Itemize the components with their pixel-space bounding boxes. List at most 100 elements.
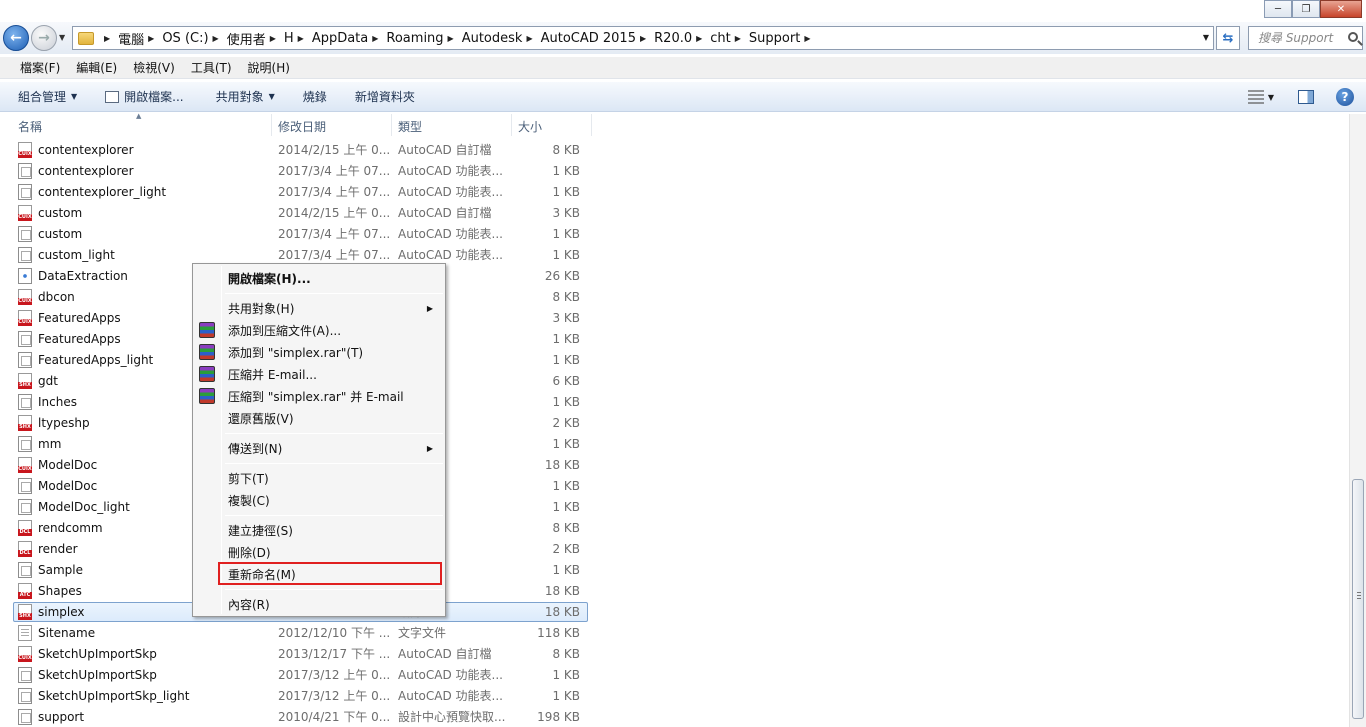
breadcrumb-item[interactable]: Roaming ▶ <box>386 29 461 48</box>
chevron-right-icon[interactable]: ▶ <box>148 34 154 43</box>
column-name[interactable]: 名稱 ▲ <box>0 112 272 136</box>
ctx-copy[interactable]: 複製(C) <box>195 489 443 511</box>
recent-pages-dropdown-icon[interactable]: ▼ <box>59 33 65 42</box>
file-row[interactable]: custom_light 2017/3/4 上午 07... AutoCAD 功能表… <box>0 244 600 265</box>
file-name: FeaturedApps <box>38 310 121 325</box>
address-bar[interactable]: ▶ 電腦 ▶ OS (C:) ▶ 使用者 ▶ H ▶ AppData ▶ Roaming ▶ Autod… <box>72 26 1214 50</box>
open-button[interactable]: 開啟檔案... <box>105 88 184 105</box>
ctx-restore[interactable]: 還原舊版(V) <box>195 407 443 429</box>
file-row[interactable]: custom 2014/2/15 上午 0... AutoCAD 自訂檔 3 KB <box>0 202 600 223</box>
ctx-cut[interactable]: 剪下(T) <box>195 467 443 489</box>
column-date[interactable]: 修改日期 <box>272 114 392 136</box>
views-icon[interactable] <box>1247 90 1264 104</box>
address-dropdown-icon[interactable]: ▼ <box>1203 33 1209 42</box>
chevron-right-icon[interactable]: ▶ <box>804 34 810 43</box>
sort-ascending-icon: ▲ <box>136 112 142 120</box>
breadcrumb-item[interactable]: Support ▶ <box>749 29 819 48</box>
menu-edit[interactable]: 編輯(E) <box>76 59 117 76</box>
menu-bar: 檔案(F) 編輯(E) 檢視(V) 工具(T) 說明(H) <box>0 57 1366 79</box>
breadcrumb-item[interactable]: AppData ▶ <box>312 29 387 48</box>
file-name: custom <box>38 226 83 241</box>
ctx-compress-rar-email[interactable]: 压縮到 "simplex.rar" 并 E-mail <box>195 385 443 407</box>
breadcrumb-item[interactable]: AutoCAD 2015 ▶ <box>541 29 655 48</box>
views-dropdown-icon[interactable]: ▼ <box>1268 93 1274 102</box>
ctx-shortcut[interactable]: 建立捷徑(S) <box>195 519 443 541</box>
breadcrumb-item[interactable]: OS (C:) ▶ <box>162 29 226 48</box>
chevron-right-icon[interactable]: ▶ <box>298 34 304 43</box>
breadcrumb-item[interactable]: 使用者 ▶ <box>227 29 284 48</box>
file-date: 2017/3/12 上午 0... <box>278 689 391 703</box>
chevron-right-icon[interactable]: ▶ <box>372 34 378 43</box>
ctx-add-rar[interactable]: 添加到 "simplex.rar"(T) <box>195 341 443 363</box>
menu-view[interactable]: 檢視(V) <box>133 59 175 76</box>
ctx-delete[interactable]: 刪除(D) <box>195 541 443 563</box>
file-row[interactable]: contentexplorer 2014/2/15 上午 0... AutoCAD … <box>0 139 600 160</box>
file-date: 2014/2/15 上午 0... <box>278 206 391 220</box>
breadcrumb-item[interactable]: 電腦 ▶ <box>118 29 162 48</box>
file-row[interactable]: SketchUpImportSkp 2017/3/12 上午 0... AutoCA… <box>0 664 600 685</box>
breadcrumb-item[interactable]: H ▶ <box>284 29 312 48</box>
ctx-compress-email[interactable]: 压縮并 E-mail... <box>195 363 443 385</box>
search-box[interactable] <box>1248 26 1363 50</box>
ctx-share[interactable]: 共用對象(H) ▶ <box>195 297 443 319</box>
column-type[interactable]: 類型 <box>392 114 512 136</box>
breadcrumb-label: AppData <box>311 30 369 46</box>
file-date: 2017/3/4 上午 07... <box>278 227 391 241</box>
chevron-right-icon[interactable]: ▶ <box>448 34 454 43</box>
search-icon[interactable] <box>1348 32 1358 42</box>
ctx-open[interactable]: 開啟檔案(H)... <box>195 267 443 289</box>
file-row[interactable]: contentexplorer 2017/3/4 上午 07... AutoCAD … <box>0 160 600 181</box>
breadcrumb-item[interactable]: cht ▶ <box>710 29 749 48</box>
ctx-add-archive[interactable]: 添加到压縮文件(A)... <box>195 319 443 341</box>
maximize-button[interactable]: ❐ <box>1292 0 1320 18</box>
chevron-right-icon[interactable]: ▶ <box>213 34 219 43</box>
file-row[interactable]: contentexplorer_light 2017/3/4 上午 07... Au… <box>0 181 600 202</box>
ctx-properties[interactable]: 內容(R) <box>195 593 443 615</box>
close-button[interactable]: ✕ <box>1320 0 1362 18</box>
breadcrumb-item[interactable]: R20.0 ▶ <box>654 29 710 48</box>
file-name-cell: custom <box>0 225 272 242</box>
file-row[interactable]: SketchUpImportSkp 2013/12/17 下午 ... AutoCA… <box>0 643 600 664</box>
column-size[interactable]: 大小 <box>512 114 592 136</box>
file-type: 文字文件 <box>398 626 447 640</box>
file-size: 2 KB <box>552 415 580 430</box>
menu-tools[interactable]: 工具(T) <box>191 59 232 76</box>
file-type: AutoCAD 功能表... <box>398 164 503 178</box>
file-row[interactable]: Sitename 2012/12/10 下午 ... 文字文件 118 KB <box>0 622 600 643</box>
menu-file-icon <box>18 561 32 578</box>
chevron-right-icon[interactable]: ▶ <box>696 34 702 43</box>
rename-highlight-box <box>218 562 442 585</box>
organize-button[interactable]: 組合管理 ▼ <box>18 88 77 105</box>
breadcrumb-item[interactable]: Autodesk ▶ <box>462 29 541 48</box>
file-size: 3 KB <box>552 310 580 325</box>
chevron-right-icon[interactable]: ▶ <box>526 34 532 43</box>
breadcrumb-root-arrow[interactable]: ▶ <box>100 34 118 43</box>
burn-button[interactable]: 燒錄 <box>303 88 327 105</box>
file-row[interactable]: support 2010/4/21 下午 0... 設計中心預覽快取... 198 K… <box>0 706 600 727</box>
file-row[interactable]: SketchUpImportSkp_light 2017/3/12 上午 0...… <box>0 685 600 706</box>
refresh-button[interactable]: ⇆ <box>1216 26 1240 50</box>
ctx-send-to[interactable]: 傳送到(N) ▶ <box>195 437 443 459</box>
submenu-arrow-icon: ▶ <box>426 303 433 313</box>
minimize-button[interactable]: ─ <box>1264 0 1292 18</box>
chevron-right-icon[interactable]: ▶ <box>735 34 741 43</box>
chevron-right-icon[interactable]: ▶ <box>640 34 646 43</box>
share-button[interactable]: 共用對象 ▼ <box>216 88 275 105</box>
back-button[interactable]: ← <box>3 25 29 51</box>
ctx-delete-label: 刪除(D) <box>228 545 271 560</box>
menu-separator <box>225 463 443 464</box>
file-name: render <box>38 541 78 556</box>
chevron-down-icon: ▼ <box>268 92 275 101</box>
vertical-scrollbar[interactable] <box>1349 114 1366 727</box>
file-row[interactable]: custom 2017/3/4 上午 07... AutoCAD 功能表... 1 K… <box>0 223 600 244</box>
chevron-right-icon[interactable]: ▶ <box>270 34 276 43</box>
new-folder-button[interactable]: 新增資料夾 <box>355 88 415 105</box>
help-icon[interactable]: ? <box>1336 88 1354 106</box>
forward-button[interactable]: → <box>31 25 57 51</box>
menu-file[interactable]: 檔案(F) <box>20 59 60 76</box>
scrollbar-thumb[interactable] <box>1352 479 1364 719</box>
search-input[interactable] <box>1258 31 1338 45</box>
arrow-right-icon: → <box>38 30 50 46</box>
preview-pane-icon[interactable] <box>1298 90 1314 104</box>
menu-help[interactable]: 說明(H) <box>248 59 290 76</box>
